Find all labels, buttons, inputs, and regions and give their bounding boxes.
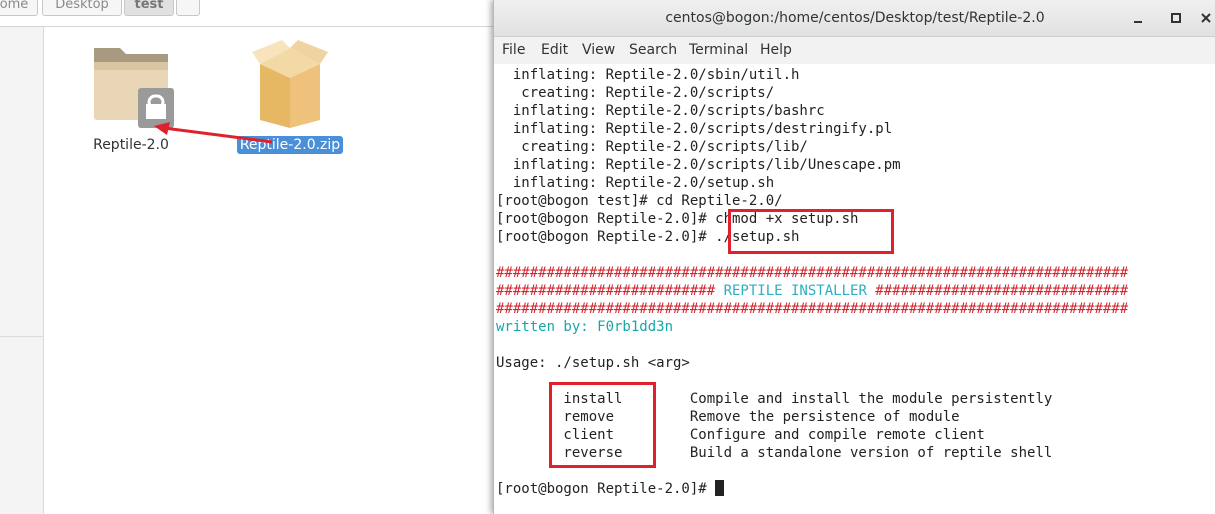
minimize-icon[interactable] (1130, 10, 1146, 26)
text-cursor (715, 480, 725, 496)
prompt-line[interactable]: [root@bogon Reptile-2.0]# (496, 480, 725, 498)
terminal-line: [root@bogon test]# cd Reptile-2.0/ (496, 193, 783, 209)
breadcrumb-desktop[interactable]: Desktop (42, 0, 122, 16)
maximize-icon[interactable] (1168, 10, 1184, 26)
terminal-window[interactable]: centos@bogon:/home/centos/Desktop/test/R… (493, 0, 1215, 514)
menu-help[interactable]: Help (760, 37, 792, 64)
breadcrumb-test[interactable]: test (124, 0, 174, 16)
menu-terminal[interactable]: Terminal (689, 37, 748, 64)
terminal-line: inflating: Reptile-2.0/setup.sh (496, 175, 775, 191)
sidebar (0, 27, 44, 514)
banner-right: ############################## (866, 283, 1129, 299)
menu-view[interactable]: View (582, 37, 615, 64)
author-line: written by: F0rb1dd3n (496, 319, 674, 335)
menu-file[interactable]: File (502, 37, 525, 64)
archive-icon (252, 40, 328, 128)
terminal-line: inflating: Reptile-2.0/scripts/bashrc (496, 103, 825, 119)
close-icon[interactable] (1198, 10, 1214, 26)
usage-line: Usage: ./setup.sh <arg> (496, 355, 690, 371)
menu-search[interactable]: Search (629, 37, 677, 64)
breadcrumb-next[interactable] (176, 0, 200, 16)
highlight-box-options (549, 382, 656, 468)
prompt-text: [root@bogon Reptile-2.0]# (496, 481, 716, 497)
menu-edit[interactable]: Edit (541, 37, 568, 64)
annotation-arrow (154, 122, 273, 144)
highlight-box-commands (728, 209, 894, 254)
terminal-line: creating: Reptile-2.0/scripts/lib/ (496, 139, 808, 155)
sidebar-divider (0, 336, 43, 337)
breadcrumb-home[interactable]: ome (0, 0, 38, 16)
terminal-line: inflating: Reptile-2.0/scripts/lib/Unesc… (496, 157, 901, 173)
banner-line: ########################################… (496, 265, 1129, 281)
menu-bar: File Edit View Search Terminal Help (494, 37, 1215, 64)
terminal-line: inflating: Reptile-2.0/sbin/util.h (496, 67, 800, 83)
terminal-line: inflating: Reptile-2.0/scripts/destringi… (496, 121, 893, 137)
banner-left: ########################## (496, 283, 724, 299)
banner-line: ########################################… (496, 301, 1129, 317)
installer-title: REPTILE INSTALLER (723, 283, 867, 299)
banner-title-line: ########################## REPTILE INSTA… (496, 282, 1128, 300)
terminal-titlebar[interactable]: centos@bogon:/home/centos/Desktop/test/R… (494, 0, 1215, 37)
folder-locked-icon (94, 48, 174, 128)
terminal-line: creating: Reptile-2.0/scripts/ (496, 85, 775, 101)
scrollbar[interactable] (1210, 64, 1215, 504)
window-title: centos@bogon:/home/centos/Desktop/test/R… (665, 10, 1045, 26)
terminal-output[interactable]: inflating: Reptile-2.0/sbin/util.h creat… (494, 64, 1215, 504)
